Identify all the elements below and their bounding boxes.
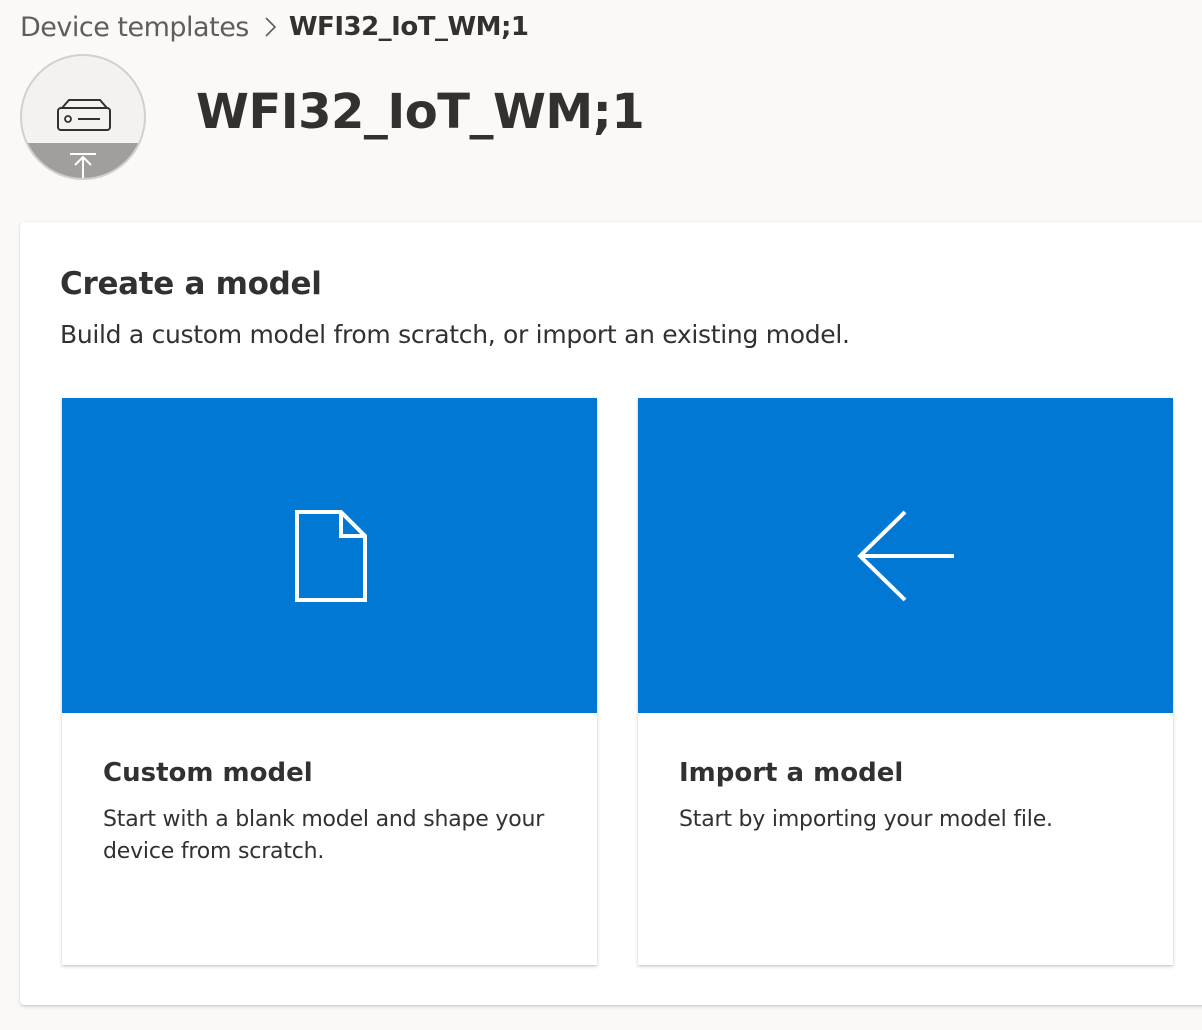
page-title: WFI32_IoT_WM;1 bbox=[196, 84, 645, 140]
import-model-title: Import a model bbox=[679, 758, 904, 788]
breadcrumb-device-templates-link[interactable]: Device templates bbox=[20, 12, 249, 43]
panel-title: Create a model bbox=[60, 266, 322, 302]
chevron-right-icon bbox=[255, 12, 285, 42]
breadcrumb-current: WFI32_IoT_WM;1 bbox=[288, 12, 529, 42]
custom-model-title: Custom model bbox=[103, 758, 313, 788]
panel-subtitle: Build a custom model from scratch, or im… bbox=[60, 320, 850, 349]
custom-model-card[interactable]: Custom model Start with a blank model an… bbox=[62, 398, 597, 965]
custom-model-card-hero bbox=[62, 398, 597, 713]
breadcrumb: Device templates WFI32_IoT_WM;1 bbox=[20, 8, 529, 46]
import-model-description: Start by importing your model file. bbox=[679, 807, 1053, 832]
custom-model-description: Start with a blank model and shape your … bbox=[103, 807, 545, 864]
import-model-card[interactable]: Import a model Start by importing your m… bbox=[638, 398, 1173, 965]
device-upload-icon bbox=[22, 99, 144, 178]
create-model-panel: Create a model Build a custom model from… bbox=[20, 222, 1202, 1005]
arrow-left-icon bbox=[856, 510, 954, 601]
import-model-card-hero bbox=[638, 398, 1173, 713]
device-template-avatar bbox=[20, 54, 146, 180]
page-icon bbox=[294, 509, 367, 602]
